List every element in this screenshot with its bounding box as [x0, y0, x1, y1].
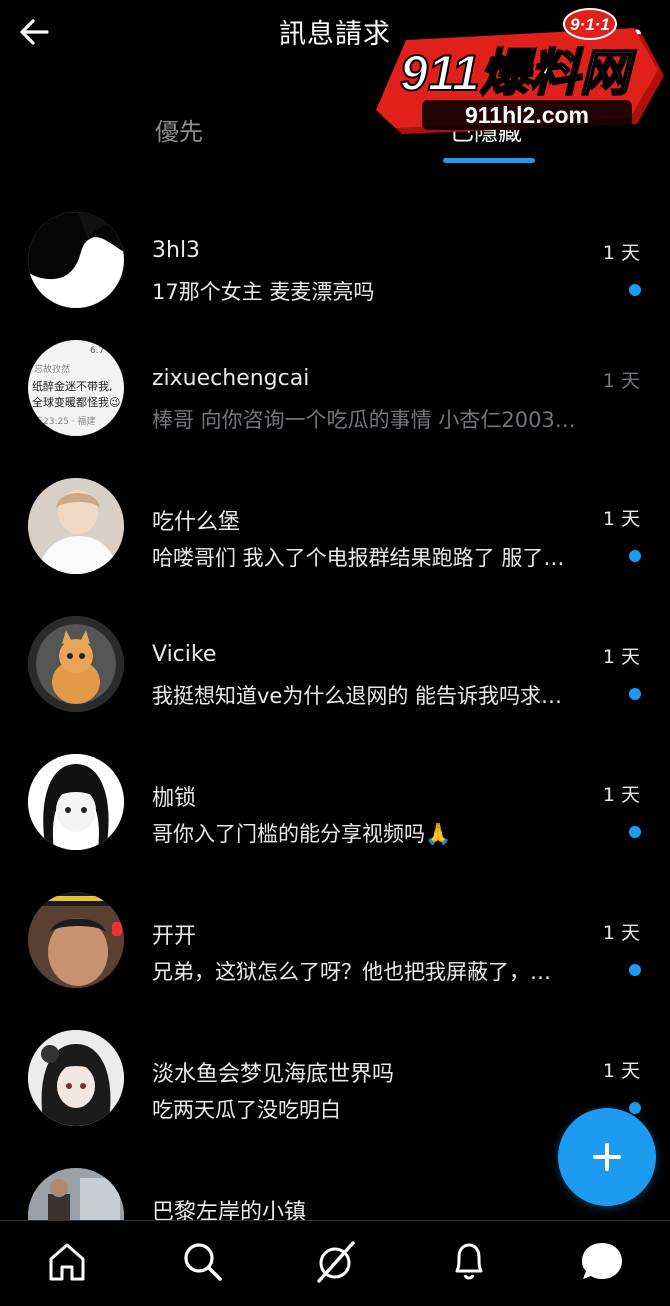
bell-icon[interactable] — [447, 1239, 491, 1283]
avatar[interactable] — [28, 616, 124, 712]
timestamp: 1 天 — [602, 646, 640, 668]
unread-dot — [629, 688, 641, 700]
timestamp: 1 天 — [602, 370, 640, 392]
avatar[interactable] — [28, 212, 124, 308]
message-preview: 兄弟，这狱怎么了呀？他也把我屏蔽了，… — [152, 960, 551, 984]
tab-active-indicator — [443, 158, 535, 163]
timestamp: 1 天 — [602, 922, 640, 944]
message-preview: 哥你入了门槛的能分享视频吗🙏 — [152, 822, 452, 846]
messages-icon[interactable] — [580, 1239, 624, 1283]
message-preview: 17那个女主 麦麦漂亮吗 — [152, 280, 375, 304]
timestamp: 1 天 — [602, 1060, 640, 1082]
sender-name: 吃什么堡 — [152, 510, 241, 535]
sender-name: 枷锁 — [152, 786, 197, 811]
unread-dot — [629, 550, 641, 562]
avatar-text: 天23:25 · 福建 — [34, 417, 96, 427]
message-row[interactable]: 枷锁 1 天 哥你入了门槛的能分享视频吗🙏 — [0, 754, 670, 892]
avatar[interactable] — [28, 478, 124, 574]
new-message-button[interactable] — [558, 1108, 656, 1206]
avatar[interactable] — [28, 754, 124, 850]
watermark-logo: 9·1·1 911爆料网 911hl2.com — [376, 8, 664, 134]
timestamp: 1 天 — [602, 508, 640, 530]
unread-dot — [629, 284, 641, 296]
avatar-text: 6.7 — [90, 346, 105, 356]
message-row[interactable]: Vicike 1 天 我挺想知道ve为什么退网的 能告诉我吗求… — [0, 616, 670, 754]
timestamp: 1 天 — [602, 242, 640, 264]
timestamp: 1 天 — [602, 784, 640, 806]
sender-name: Vicike — [152, 642, 217, 667]
message-row[interactable]: 6.7 忘故孜然 纸醉金迷不带我, 全球变暖都怪我😉 天23:25 · 福建 z… — [0, 340, 670, 478]
watermark-badge: 9·1·1 — [570, 15, 610, 34]
watermark-url: 911hl2.com — [465, 102, 589, 128]
unread-dot — [629, 964, 641, 976]
grok-icon[interactable] — [313, 1239, 357, 1283]
message-preview: 我挺想知道ve为什么退网的 能告诉我吗求… — [152, 684, 563, 708]
message-preview: 吃两天瓜了没吃明白 — [152, 1098, 341, 1122]
avatar-text: 全球变暖都怪我😉 — [32, 396, 121, 409]
sender-name: 开开 — [152, 924, 197, 949]
sender-name: 淡水鱼会梦见海底世界吗 — [152, 1062, 395, 1087]
avatar[interactable] — [28, 1030, 124, 1126]
unread-dot — [629, 1102, 641, 1114]
search-icon[interactable] — [180, 1239, 224, 1283]
avatar[interactable]: 6.7 忘故孜然 纸醉金迷不带我, 全球变暖都怪我😉 天23:25 · 福建 — [28, 340, 124, 436]
watermark-brand: 911爆料网 — [400, 45, 637, 101]
avatar-text: 纸醉金迷不带我, — [32, 380, 113, 393]
sender-name: zixuechengcai — [152, 366, 310, 391]
home-icon[interactable] — [45, 1239, 89, 1283]
message-row[interactable]: 3hl3 1 天 17那个女主 麦麦漂亮吗 — [0, 212, 670, 350]
tab-priority[interactable]: 優先 — [155, 112, 203, 147]
message-preview: 棒哥 向你咨询一个吃瓜的事情 小杏仁2003… — [152, 408, 576, 432]
sender-name: 3hl3 — [152, 238, 201, 263]
bottom-nav — [0, 1220, 670, 1283]
avatar[interactable] — [28, 892, 124, 988]
avatar-text: 忘故孜然 — [34, 365, 71, 375]
unread-dot — [629, 826, 641, 838]
message-row[interactable]: 开开 1 天 兄弟，这狱怎么了呀？他也把我屏蔽了，… — [0, 892, 670, 1030]
message-preview: 哈喽哥们 我入了个电报群结果跑路了 服了… — [152, 546, 565, 570]
message-row[interactable]: 吃什么堡 1 天 哈喽哥们 我入了个电报群结果跑路了 服了… — [0, 478, 670, 616]
